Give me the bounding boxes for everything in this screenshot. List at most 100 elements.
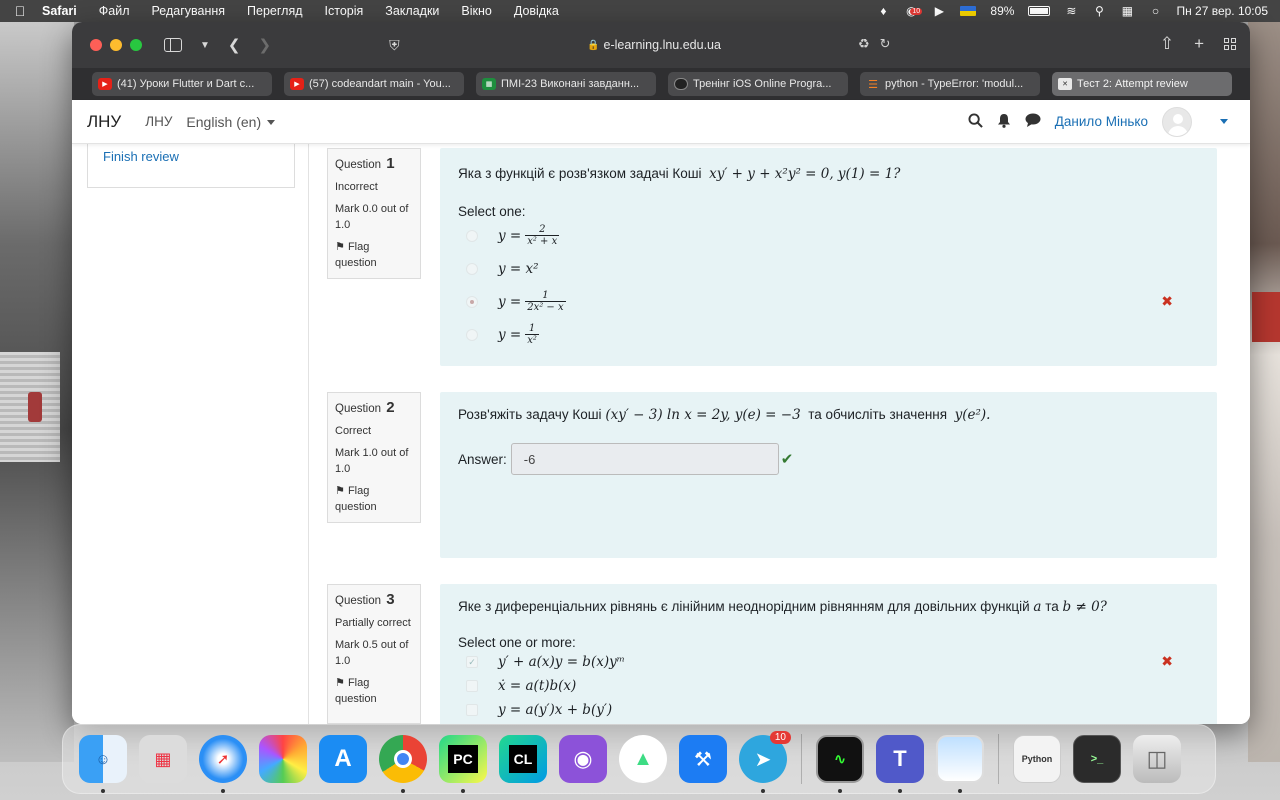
checkbox[interactable] [466,704,478,716]
question-equation: (xy′ − 3) ln x = 2y, y(e) = −3 [605,407,801,423]
messages-icon[interactable] [1025,113,1041,130]
launchpad-icon[interactable]: ▦ [133,729,193,789]
play-icon[interactable]: ▶ [932,4,946,18]
clion-icon[interactable]: CL [493,729,553,789]
answer-option[interactable]: y = 1 x² [458,318,1199,351]
browser-tab-active[interactable]: ✕ Тест 2: Attempt review [1052,72,1232,96]
notifications-icon[interactable]: ◉10 [904,4,923,18]
flag-question-button[interactable]: ⚑ Flag question [335,675,413,707]
menu-bookmarks[interactable]: Закладки [374,4,450,18]
flag-question-button[interactable]: ⚑ Flag question [335,483,413,515]
notifications-bell-icon[interactable] [997,113,1011,131]
python-doc-icon[interactable]: Python [1007,729,1067,789]
privacy-shield-icon[interactable]: ⛨ [389,37,400,54]
keyboard-layout-icon[interactable] [960,6,977,16]
menu-history[interactable]: Історія [314,4,375,18]
menu-edit[interactable]: Редагування [140,4,236,18]
telegram-badge: 10 [769,731,791,744]
user-menu-chevron-icon[interactable] [1220,119,1228,124]
minimize-window-button[interactable] [110,39,122,51]
safari-icon[interactable]: ➚ [193,729,253,793]
android-studio-icon[interactable]: ▲ [613,729,673,789]
browser-tab[interactable]: Тренінг iOS Online Progra... [668,72,848,96]
photos-icon[interactable] [253,729,313,789]
teams-icon[interactable]: T [870,729,930,793]
clock[interactable]: Пн 27 вер. 10:05 [1176,4,1268,18]
control-center-icon[interactable]: ▦ [1120,4,1134,18]
new-tab-button[interactable]: + [1194,34,1204,54]
avatar[interactable] [1162,106,1192,137]
browser-tab[interactable]: ▦ ПМІ-23 Виконані завданн... [476,72,656,96]
menu-view[interactable]: Перегляд [236,4,313,18]
menu-bar:  Safari Файл Редагування Перегляд Істор… [0,0,1280,22]
xcode-icon[interactable]: ⚒ [673,729,733,789]
web-page: ЛНУ ЛНУ English (en) Данило Мінько Finis… [72,100,1250,724]
reload-icon[interactable]: ↻ [880,36,891,52]
answer-option-selected[interactable]: ✓ y′ + a(x)y = b(x)yᵐ ✖ [458,650,1199,674]
question-number: Question 1 [335,155,395,172]
answer-input[interactable]: -6 [510,443,779,475]
desktop-wallpaper-left [0,22,74,762]
search-icon[interactable] [968,112,983,131]
tab-title: ПМІ-23 Виконані завданн... [501,78,640,90]
siri-icon[interactable]: ○ [1148,4,1162,18]
translate-icon[interactable]: ♻ [858,36,870,52]
dock: ☺ ▦ ➚ A PC CL ◉ ▲ ⚒ ➤ 10 ∿ T Python >_ ◫ [62,724,1216,794]
browser-tab[interactable]: ▶ (41) Уроки Flutter и Dart c... [92,72,272,96]
user-name[interactable]: Данило Мінько [1055,114,1148,129]
flag-icon: ⚑ [335,485,345,497]
chrome-icon[interactable] [373,729,433,793]
menu-help[interactable]: Довідка [503,4,570,18]
answer-options: y = 2 x² + x y = x² y = 1 2x² − x ✖ y = … [458,219,1199,351]
tab-overview-icon[interactable] [1224,38,1236,50]
answer-option[interactable]: y = a(y′)x + b(y′) [458,698,1199,722]
answer-option[interactable]: y = 2 x² + x [458,219,1199,252]
forward-button[interactable]: ❯ [258,36,271,54]
question-mark: Mark 0.5 out of 1.0 [335,639,409,667]
address-bar[interactable]: 🔒 e-learning.lnu.edu.ua [424,33,884,57]
apple-menu-icon[interactable]:  [0,3,40,19]
option-lhs: y = [498,293,522,310]
github-desktop-icon[interactable]: ◉ [553,729,613,789]
menu-window[interactable]: Вікно [450,4,502,18]
zoom-window-button[interactable] [130,39,142,51]
radio-button[interactable] [466,229,478,242]
pycharm-icon[interactable]: PC [433,729,493,793]
finder-icon[interactable]: ☺ [73,729,133,793]
moodle-icon: ✕ [1058,78,1072,90]
radio-button-checked[interactable] [466,295,478,308]
answer-option-selected[interactable]: y = 1 2x² − x ✖ [458,285,1199,318]
checkbox-checked[interactable]: ✓ [466,656,478,668]
radio-button[interactable] [466,262,478,275]
terminal-icon[interactable]: >_ [1067,729,1127,789]
incorrect-icon: ✖ [1161,654,1173,670]
menu-app-name[interactable]: Safari [40,4,88,18]
sidebar-toggle-icon[interactable] [164,38,182,52]
battery-icon[interactable] [1028,6,1051,16]
chevron-down-icon[interactable]: ▼ [200,40,210,51]
app-store-icon[interactable]: A [313,729,373,789]
checkbox[interactable] [466,680,478,692]
browser-tab[interactable]: ☰ python - TypeError: 'modul... [860,72,1040,96]
spotlight-search-icon[interactable]: ⚲ [1092,4,1106,18]
wifi-icon[interactable]: ≋ [1064,4,1078,18]
answer-option[interactable]: ẋ = a(t)b(x) [458,674,1199,698]
radio-button[interactable] [466,328,478,341]
site-brand[interactable]: ЛНУ [87,112,121,132]
preview-icon[interactable] [930,729,990,793]
browser-tab[interactable]: ▶ (57) codeandart main - You... [284,72,464,96]
question-target: y(e²). [954,407,991,423]
back-button[interactable]: ❮ [228,36,241,54]
flag-question-button[interactable]: ⚑ Flag question [335,239,413,271]
telegram-icon[interactable]: ➤ 10 [733,729,793,793]
close-window-button[interactable] [90,39,102,51]
nav-link-home[interactable]: ЛНУ [145,114,172,129]
finish-review-link[interactable]: Finish review [103,149,179,164]
share-icon[interactable]: ⇧ [1160,34,1174,54]
language-selector[interactable]: English (en) [186,114,276,130]
activity-monitor-icon[interactable]: ∿ [810,729,870,793]
trash-icon[interactable]: ◫ [1127,729,1187,789]
menu-file[interactable]: Файл [88,4,141,18]
status-diamond-icon[interactable]: ♦ [876,4,890,18]
answer-option[interactable]: y = x² [458,252,1199,285]
